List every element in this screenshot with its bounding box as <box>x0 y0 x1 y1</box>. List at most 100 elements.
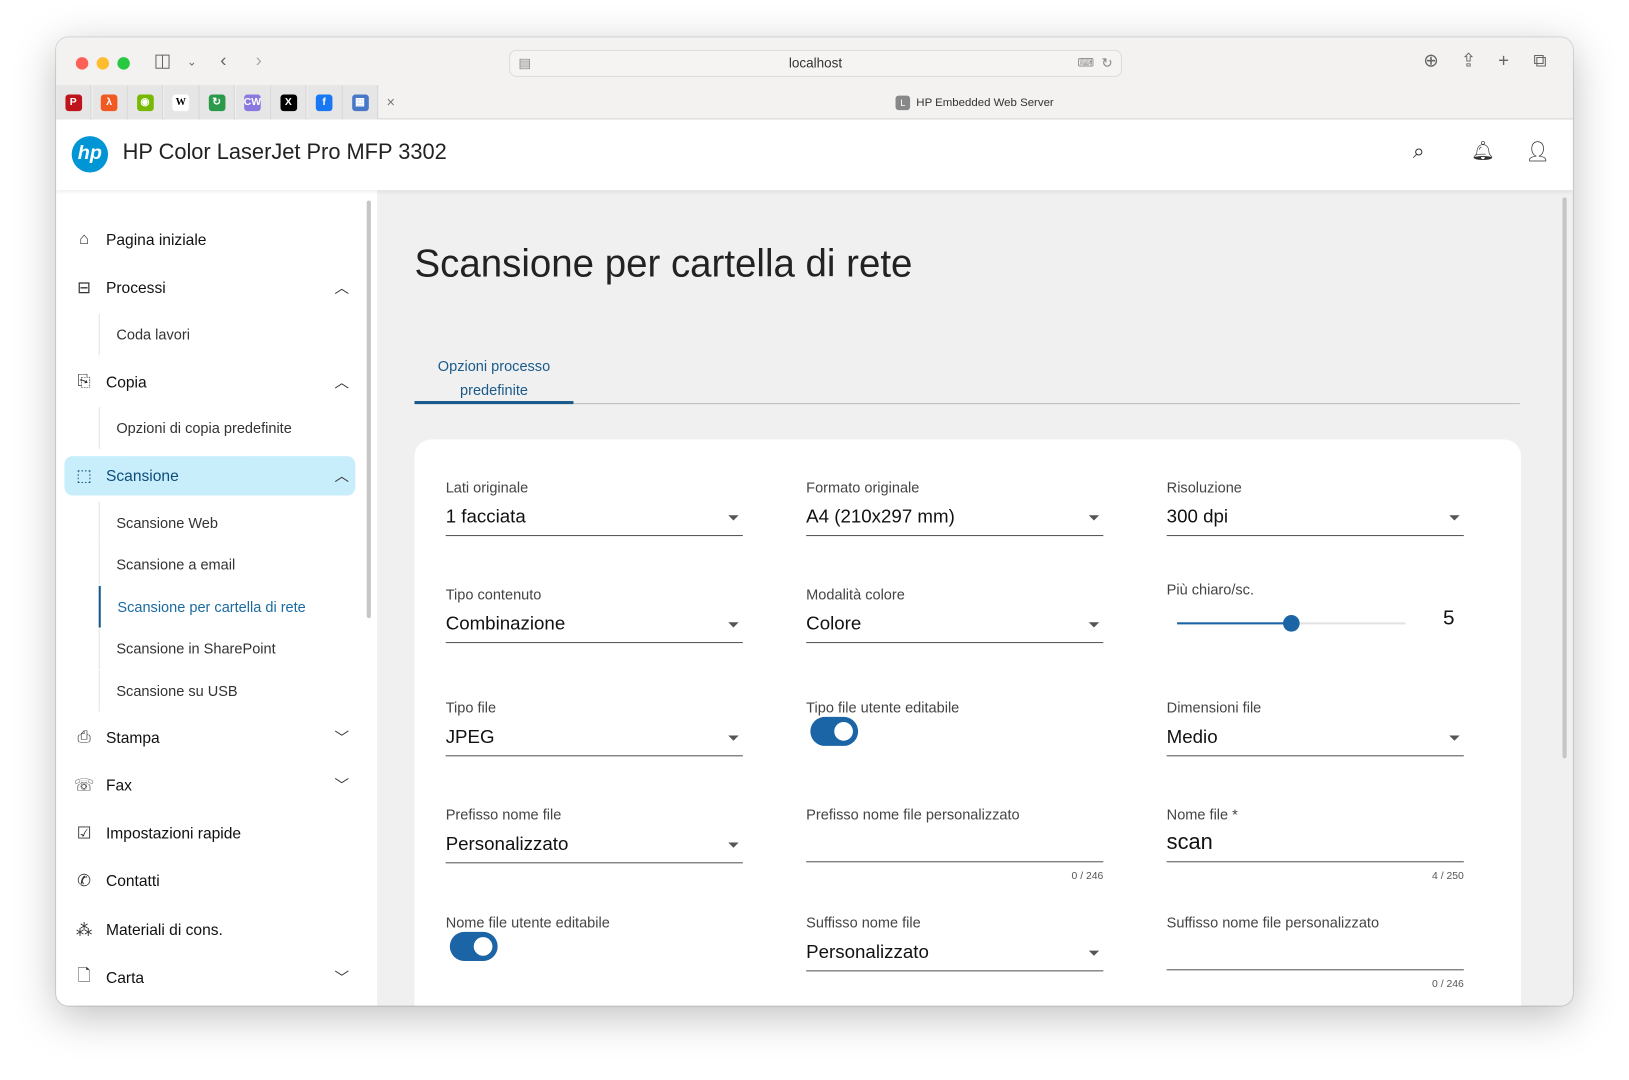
zoom-window-button[interactable] <box>117 57 130 70</box>
dropdown-arrow-icon <box>728 735 739 741</box>
favorite-wikipedia-icon[interactable]: W <box>163 85 199 120</box>
sidebar-subitem-scan-web[interactable]: Scansione Web <box>98 501 348 544</box>
nome_edit-toggle[interactable] <box>449 931 498 961</box>
sidebar-subitem-scan-usb[interactable]: Scansione su USB <box>98 670 348 712</box>
selected-value: Colore <box>806 612 862 634</box>
back-icon[interactable]: ‹ <box>220 50 226 72</box>
lati-select[interactable]: 1 facciata <box>445 501 743 537</box>
translate-icon[interactable]: ⌨ <box>1077 51 1094 76</box>
app-header: hp HP Color LaserJet Pro MFP 3302 ⌕ 🔔︎ 👤… <box>56 119 1573 191</box>
tab-favicon: L <box>895 95 911 110</box>
prefisso_pers-label: Prefisso nome file personalizzato <box>806 806 1020 823</box>
favorite-cw-icon[interactable]: CW <box>235 85 271 120</box>
sidebar-item-materiali[interactable]: ⁂ Materiali di cons. <box>64 910 355 949</box>
nome_file-input[interactable]: scan <box>1166 827 1464 863</box>
sidebar-label: Stampa <box>105 728 160 747</box>
sidebar-subitem-scan-network-folder[interactable]: Scansione per cartella di rete <box>98 585 348 628</box>
sidebar-item-home[interactable]: ⌂ Pagina iniziale <box>64 220 355 259</box>
close-tab-icon[interactable]: × <box>386 94 395 111</box>
download-icon[interactable]: ⊕ <box>1423 50 1439 72</box>
sidebar-label: Scansione <box>105 466 179 485</box>
forward-icon[interactable]: › <box>256 50 262 72</box>
printer-icon: ⎙ <box>77 728 91 746</box>
sidebar-item-stampa[interactable]: ⎙ Stampa ﹀ <box>64 718 355 757</box>
close-window-button[interactable] <box>75 57 89 70</box>
hp-logo[interactable]: hp <box>71 136 109 173</box>
tipo_file_edit-toggle[interactable] <box>810 716 859 746</box>
tipo_file-label: Tipo file <box>445 699 497 716</box>
new-tab-icon[interactable]: + <box>1498 50 1509 72</box>
chevron-down-icon[interactable]: ⌄ <box>187 55 197 68</box>
tab-label: predefinite <box>460 381 528 398</box>
dropdown-arrow-icon <box>1449 515 1460 521</box>
dropdown-arrow-icon <box>728 842 739 848</box>
minimize-window-button[interactable] <box>96 57 110 70</box>
modalita-select[interactable]: Colore <box>806 608 1104 644</box>
modalita-label: Modalità colore <box>806 585 905 603</box>
favorite-nvidia-icon[interactable]: ◉ <box>127 85 164 120</box>
sidebar-scrollbar[interactable] <box>366 200 371 619</box>
chevron-up-icon: ︿ <box>334 374 350 391</box>
tipo_file-select[interactable]: JPEG <box>445 721 743 757</box>
tab-bar: Pλ ◉ W ↻ CW Xf ▦ × L HP Embedded Web Server <box>56 85 1573 120</box>
favorite-x-icon[interactable]: X <box>271 85 307 120</box>
main-content: Scansione per cartella di rete Opzioni p… <box>377 190 1573 1006</box>
home-icon: ⌂ <box>79 230 90 249</box>
tab-overview-icon[interactable]: ⧉ <box>1533 50 1546 72</box>
user-settings-icon[interactable]: 👤︎ <box>1525 139 1550 164</box>
sidebar-item-scansione[interactable]: ⬚ Scansione ︿ <box>64 456 356 496</box>
url-text: localhost <box>788 55 843 71</box>
tab-active[interactable]: L HP Embedded Web Server <box>895 85 1054 119</box>
selected-value: Combinazione <box>445 612 566 634</box>
address-bar[interactable]: ▤ localhost ⌨ ↻ <box>509 49 1123 77</box>
formato-select[interactable]: A4 (210x297 mm) <box>806 501 1104 537</box>
reload-icon[interactable]: ↻ <box>1101 51 1112 76</box>
sidebar-subitem-copia-opzioni[interactable]: Opzioni di copia predefinite <box>98 407 348 449</box>
suffisso_pers-input[interactable] <box>1166 935 1464 971</box>
sidebar-item-fax[interactable]: ☏ Fax ﹀ <box>64 766 355 805</box>
favorite-blue-grid-icon[interactable]: ▦ <box>342 85 379 120</box>
cw-icon: CW <box>244 94 261 111</box>
sidebar-label: Processi <box>105 278 166 297</box>
favorite-orange-app-icon[interactable]: λ <box>91 85 128 120</box>
slider-thumb[interactable] <box>1283 615 1300 632</box>
nome_file-label: Nome file * <box>1166 806 1238 823</box>
sidebar-subitem-coda[interactable]: Coda lavori <box>98 313 348 356</box>
sidebar-item-contatti[interactable]: ✆ Contatti <box>64 861 355 900</box>
suffisso-select[interactable]: Personalizzato <box>806 936 1104 972</box>
orange-app-icon: λ <box>100 94 118 111</box>
wikipedia-icon: W <box>172 94 190 111</box>
sidebar-toggle-icon[interactable]: ◫ <box>154 50 172 72</box>
favorite-facebook-icon[interactable]: f <box>306 85 343 120</box>
page-menu-icon[interactable]: ▤ <box>518 51 531 76</box>
sidebar-item-processi[interactable]: ⊟ Processi ︿ <box>64 268 355 307</box>
prefisso_pers-input[interactable] <box>806 827 1104 863</box>
search-icon[interactable]: ⌕ <box>1413 140 1425 164</box>
tab-default-options[interactable]: Opzioni processo predefinite <box>414 354 574 405</box>
lati-label: Lati originale <box>445 478 529 496</box>
tipo_contenuto-label: Tipo contenuto <box>445 585 542 603</box>
dimensioni-select[interactable]: Medio <box>1166 721 1464 757</box>
blue-grid-icon: ▦ <box>351 94 369 111</box>
main-scrollbar[interactable] <box>1562 197 1567 759</box>
fax-icon: ☏ <box>73 777 95 795</box>
selected-value: A4 (210x297 mm) <box>806 505 955 527</box>
x-icon: X <box>279 94 297 111</box>
tipo_contenuto-select[interactable]: Combinazione <box>445 608 743 644</box>
sidebar-subitem-scan-email[interactable]: Scansione a email <box>98 543 348 585</box>
share-icon[interactable]: ⇪ <box>1461 50 1477 72</box>
dropdown-arrow-icon <box>1088 622 1100 628</box>
sidebar-subitem-scan-sharepoint[interactable]: Scansione in SharePoint <box>98 627 348 670</box>
sidebar-item-impostazioni[interactable]: ☑ Impostazioni rapide <box>64 813 355 852</box>
sidebar-item-copia[interactable]: ⎘ Copia ︿ <box>64 363 355 402</box>
prefisso-select[interactable]: Personalizzato <box>445 828 743 864</box>
sidebar-item-carta[interactable]: 🗋︎ Carta ﹀ <box>64 958 355 997</box>
sidebar-label: Impostazioni rapide <box>105 824 242 843</box>
page-title: Scansione per cartella di rete <box>414 242 913 285</box>
risoluzione-select[interactable]: 300 dpi <box>1166 501 1464 537</box>
favorite-red-app-icon[interactable]: P <box>56 85 92 120</box>
favorite-green-red-app-icon[interactable]: ↻ <box>199 85 235 120</box>
copy-icon: ⎘ <box>77 372 91 391</box>
bell-icon[interactable]: 🔔︎ <box>1471 140 1495 162</box>
dropdown-arrow-icon <box>1449 735 1460 741</box>
